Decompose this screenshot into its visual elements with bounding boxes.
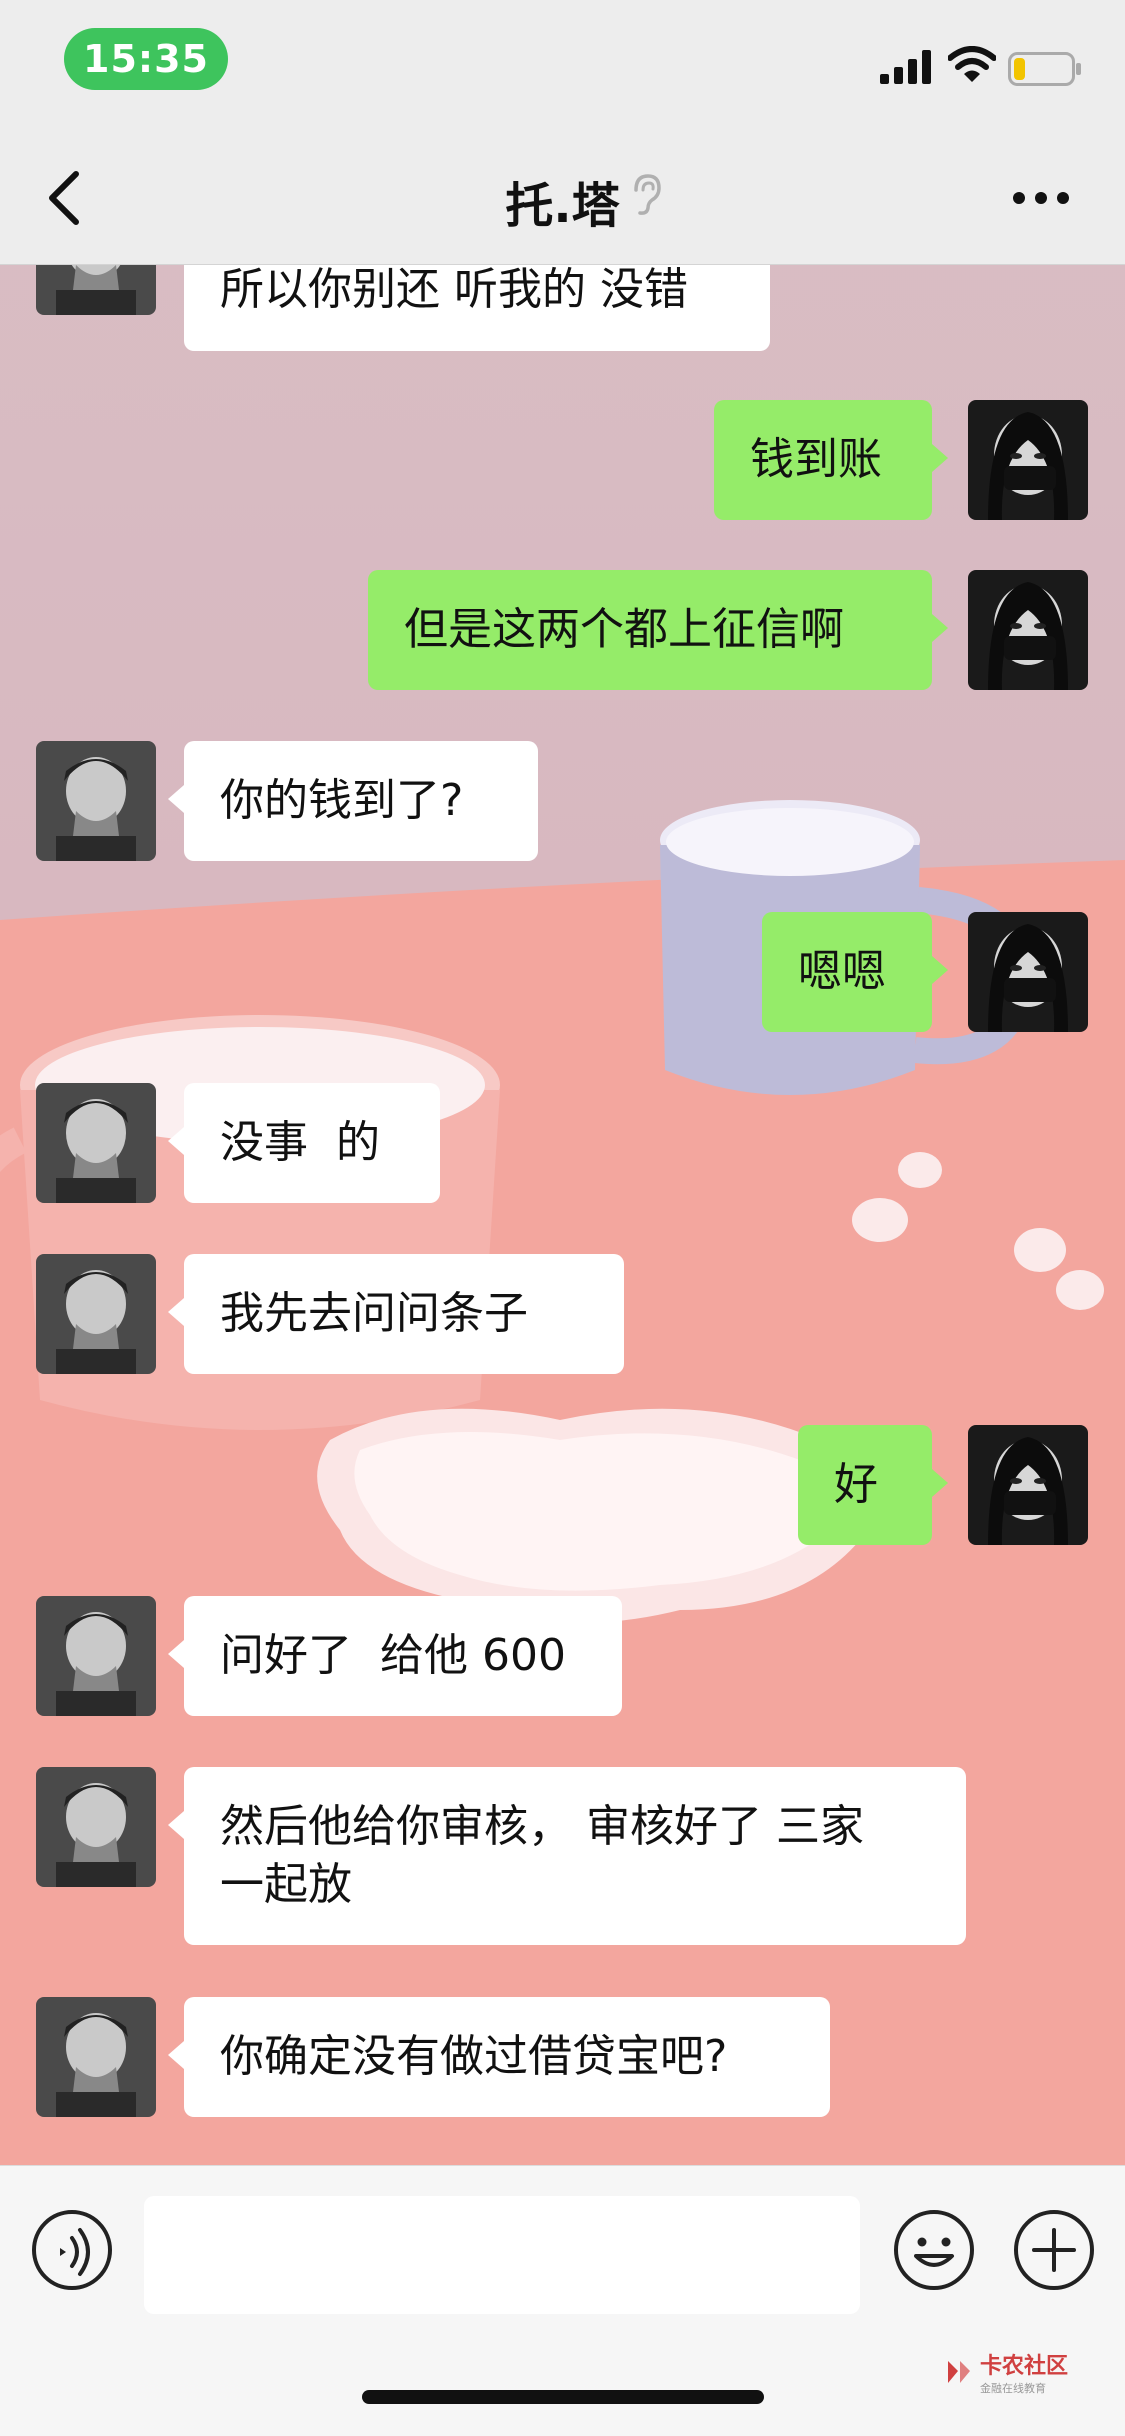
emoji-icon[interactable] — [892, 2208, 976, 2292]
message-bubble[interactable]: 所以你别还 听我的 没错 — [184, 265, 770, 351]
message-bubble[interactable]: 好 — [798, 1425, 948, 1545]
my-avatar[interactable] — [968, 912, 1088, 1032]
my-avatar[interactable] — [968, 570, 1088, 690]
chat-screen: 15:35 托.塔 所以你别还 听我的 没错 钱到账 但是这两个都上征信啊 你的… — [0, 0, 1125, 2436]
contact-avatar[interactable] — [36, 265, 156, 315]
message-bubble[interactable]: 问好了 给他 600 — [168, 1596, 622, 1716]
battery-icon — [1008, 52, 1081, 86]
message-bubble[interactable]: 嗯嗯 — [762, 912, 948, 1032]
contact-avatar[interactable] — [36, 741, 156, 861]
watermark-subtext: 金融在线教育 — [980, 2382, 1046, 2395]
message-bubble[interactable]: 没事 的 — [168, 1083, 440, 1203]
contact-avatar[interactable] — [36, 1997, 156, 2117]
message-bubble[interactable]: 钱到账 — [714, 400, 948, 520]
status-time: 15:35 — [64, 28, 228, 90]
ear-mute-icon — [634, 174, 661, 215]
chat-header: 托.塔 — [0, 130, 1125, 265]
plus-icon[interactable] — [1012, 2208, 1096, 2292]
wifi-icon — [948, 46, 996, 82]
message-list[interactable]: 所以你别还 听我的 没错 钱到账 但是这两个都上征信啊 你的钱到了? 嗯嗯 没事… — [0, 265, 1125, 2165]
watermark-logo: 卡农社区 金融在线教育 — [944, 2348, 1068, 2396]
chat-title: 托.塔 — [505, 178, 620, 234]
status-bar: 15:35 — [0, 0, 1125, 130]
message-bubble[interactable]: 但是这两个都上征信啊 — [368, 570, 948, 690]
voice-input-icon[interactable] — [30, 2208, 114, 2292]
home-indicator — [362, 2390, 764, 2404]
message-bubble[interactable]: 然后他给你审核， 审核好了 三家 一起放 — [168, 1767, 966, 1945]
contact-avatar[interactable] — [36, 1254, 156, 1374]
contact-avatar[interactable] — [36, 1596, 156, 1716]
contact-avatar[interactable] — [36, 1767, 156, 1887]
message-bubble[interactable]: 你的钱到了? — [168, 741, 538, 861]
message-bubble[interactable]: 我先去问问条子 — [168, 1254, 624, 1374]
my-avatar[interactable] — [968, 400, 1088, 520]
message-bubble[interactable]: 你确定没有做过借贷宝吧? — [168, 1997, 830, 2117]
more-options-icon[interactable] — [1012, 190, 1070, 206]
my-avatar[interactable] — [968, 1425, 1088, 1545]
cellular-signal-icon — [880, 50, 931, 84]
watermark-text: 卡农社区 — [980, 2354, 1069, 2379]
message-input[interactable] — [144, 2196, 860, 2314]
contact-avatar[interactable] — [36, 1083, 156, 1203]
watermark-icon — [948, 2361, 970, 2383]
